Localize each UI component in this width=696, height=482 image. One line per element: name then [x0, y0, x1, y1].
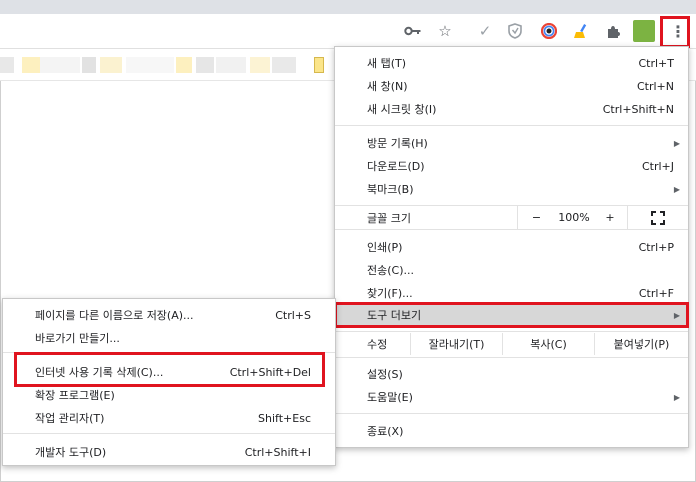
menu-label: 새 창(N): [367, 80, 408, 93]
bookmark-blur: [176, 57, 192, 73]
menu-separator: [335, 229, 688, 230]
menu-separator: [335, 357, 688, 358]
menu-label: 페이지를 다른 이름으로 저장(A)...: [35, 309, 194, 322]
bookmark-blur: [40, 57, 80, 73]
menu-separator: [335, 125, 688, 126]
menu-bookmarks[interactable]: 북마크(B) ▶: [335, 178, 688, 200]
submenu-arrow-icon: ▶: [673, 138, 680, 148]
menu-help[interactable]: 도움말(E) ▶: [335, 386, 688, 408]
menu-new-tab[interactable]: 새 탭(T) Ctrl+T: [335, 52, 688, 74]
submenu-dev-tools[interactable]: 개발자 도구(D) Ctrl+Shift+I: [3, 441, 335, 463]
menu-exit[interactable]: 종료(X): [335, 420, 688, 442]
chrome-main-menu: 새 탭(T) Ctrl+T 새 창(N) Ctrl+N 새 시크릿 창(I) C…: [334, 46, 689, 448]
profile-avatar[interactable]: [632, 19, 656, 43]
edit-label: 수정: [367, 338, 388, 351]
more-tools-highlight: [334, 302, 689, 328]
menu-shortcut: Ctrl+N: [636, 79, 674, 93]
menu-label: 새 시크릿 창(I): [367, 103, 437, 116]
fullscreen-icon: [651, 210, 665, 225]
bookmark-blur: [0, 57, 14, 73]
menu-downloads[interactable]: 다운로드(D) Ctrl+J: [335, 155, 688, 177]
menu-shortcut: Ctrl+T: [638, 56, 674, 70]
menu-settings[interactable]: 설정(S): [335, 363, 688, 385]
star-icon[interactable]: ☆: [433, 19, 457, 43]
puzzle-icon[interactable]: [601, 19, 625, 43]
copy-button[interactable]: 복사(C): [502, 333, 594, 355]
check-extension-icon[interactable]: ✓: [473, 19, 497, 43]
clear-data-highlight: [14, 352, 325, 387]
menu-label: 인쇄(P): [367, 241, 403, 254]
submenu-arrow-icon: ▶: [673, 392, 680, 402]
paste-button[interactable]: 붙여넣기(P): [594, 333, 688, 355]
menu-label: 방문 기록(H): [367, 137, 428, 150]
menu-separator: [335, 413, 688, 414]
key-icon[interactable]: [401, 19, 425, 43]
folder-icon[interactable]: [314, 57, 324, 73]
menu-separator: [335, 331, 688, 332]
zoom-in-button[interactable]: +: [593, 206, 627, 229]
menu-label: 종료(X): [367, 425, 404, 438]
menu-label: 바로가기 만들기...: [35, 332, 120, 345]
menu-label: 전송(C)...: [367, 264, 414, 277]
submenu-create-shortcut[interactable]: 바로가기 만들기...: [3, 327, 335, 349]
menu-shortcut: Ctrl+F: [638, 286, 674, 300]
menu-find[interactable]: 찾기(F)... Ctrl+F: [335, 282, 688, 304]
bookmark-blur: [82, 57, 96, 73]
bookmark-blur: [272, 57, 296, 73]
fullscreen-button[interactable]: [627, 206, 688, 229]
menu-cast[interactable]: 전송(C)...: [335, 259, 688, 281]
menu-shortcut: Shift+Esc: [258, 411, 311, 425]
bookmark-blur: [196, 57, 214, 73]
zoom-level: 100%: [558, 211, 590, 224]
menu-edit-row: 수정 잘라내기(T) 복사(C) 붙여넣기(P): [335, 333, 688, 355]
browser-toolbar: ☆ ✓ ⋮: [0, 14, 696, 49]
menu-label: 북마크(B): [367, 183, 414, 196]
color-wheel-extension-icon[interactable]: [537, 19, 561, 43]
bookmark-blur: [126, 57, 174, 73]
menu-print[interactable]: 인쇄(P) Ctrl+P: [335, 236, 688, 258]
menu-label: 도움말(E): [367, 391, 413, 404]
menu-shortcut: Ctrl+Shift+N: [602, 102, 674, 116]
submenu-task-manager[interactable]: 작업 관리자(T) Shift+Esc: [3, 407, 335, 429]
menu-new-incognito[interactable]: 새 시크릿 창(I) Ctrl+Shift+N: [335, 98, 688, 120]
menu-label: 찾기(F)...: [367, 287, 413, 300]
bookmark-blur: [22, 57, 40, 73]
menu-label: 새 탭(T): [367, 57, 407, 70]
more-button-highlight: [660, 16, 690, 48]
menu-shortcut: Ctrl+Shift+I: [244, 445, 311, 459]
bookmark-blur: [216, 57, 246, 73]
menu-zoom-row: 글꼴 크기 − 100% +: [335, 206, 688, 229]
menu-new-window[interactable]: 새 창(N) Ctrl+N: [335, 75, 688, 97]
menu-separator: [3, 433, 335, 434]
menu-shortcut: Ctrl+S: [275, 308, 311, 322]
submenu-extensions[interactable]: 확장 프로그램(E): [3, 384, 335, 406]
zoom-label: 글꼴 크기: [367, 211, 411, 225]
menu-label: 확장 프로그램(E): [35, 389, 115, 402]
broom-extension-icon[interactable]: [569, 19, 593, 43]
menu-shortcut: Ctrl+P: [638, 240, 674, 254]
menu-label: 개발자 도구(D): [35, 446, 107, 459]
zoom-out-button[interactable]: −: [517, 206, 555, 229]
submenu-arrow-icon: ▶: [673, 184, 680, 194]
tab-strip: [0, 0, 696, 14]
menu-label: 다운로드(D): [367, 160, 425, 173]
menu-label: 설정(S): [367, 368, 403, 381]
menu-shortcut: Ctrl+J: [641, 159, 674, 173]
shield-extension-icon[interactable]: [503, 19, 527, 43]
bookmark-blur: [250, 57, 270, 73]
submenu-save-page[interactable]: 페이지를 다른 이름으로 저장(A)... Ctrl+S: [3, 304, 335, 326]
menu-history[interactable]: 방문 기록(H) ▶: [335, 132, 688, 154]
cut-button[interactable]: 잘라내기(T): [410, 333, 502, 355]
bookmark-blur: [100, 57, 122, 73]
menu-label: 작업 관리자(T): [35, 412, 105, 425]
